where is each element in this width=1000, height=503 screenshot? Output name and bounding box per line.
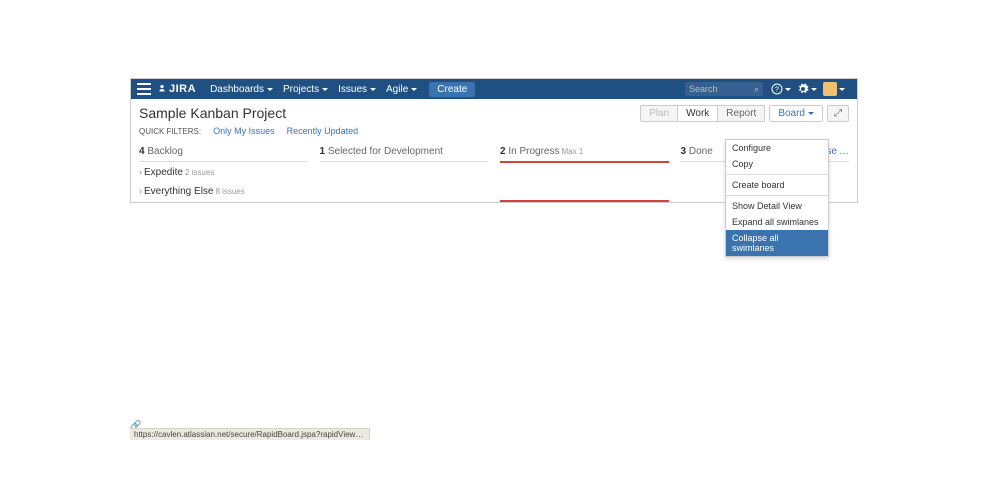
svg-text:?: ?	[775, 87, 779, 94]
settings-icon[interactable]	[797, 83, 817, 95]
tab-report[interactable]: Report	[717, 105, 765, 122]
board-dropdown-menu: Configure Copy Create board Show Detail …	[725, 139, 829, 257]
search-box[interactable]: ⌕	[685, 82, 763, 96]
menu-expand-swimlanes[interactable]: Expand all swimlanes	[726, 214, 828, 230]
nav-issues[interactable]: Issues	[334, 82, 380, 97]
avatar	[823, 82, 837, 96]
tab-work[interactable]: Work	[677, 105, 718, 122]
board-dropdown-button[interactable]: Board	[769, 105, 823, 122]
top-nav-bar: JIRA Dashboards Projects Issues Agile Cr…	[131, 79, 857, 99]
menu-collapse-swimlanes[interactable]: Collapse all swimlanes	[726, 230, 828, 256]
column-selected: 1 Selected for Development	[320, 146, 489, 163]
nav-items: Dashboards Projects Issues Agile Create	[206, 82, 475, 97]
filter-recently-updated[interactable]: Recently Updated	[287, 126, 359, 136]
caret-down-icon	[370, 88, 376, 91]
nav-projects[interactable]: Projects	[279, 82, 332, 97]
quick-filters-label: QUICK FILTERS:	[139, 127, 201, 136]
menu-separator	[726, 195, 828, 196]
nav-dashboards[interactable]: Dashboards	[206, 82, 277, 97]
caret-down-icon	[811, 88, 817, 91]
help-icon[interactable]: ?	[771, 83, 791, 95]
nav-agile[interactable]: Agile	[382, 82, 421, 97]
caret-down-icon	[839, 88, 845, 91]
user-menu[interactable]	[823, 82, 845, 96]
view-tabs: Plan Work Report Board ⤢	[641, 105, 849, 122]
project-title: Sample Kanban Project	[139, 105, 286, 121]
column-in-progress: 2 In ProgressMax 1	[500, 146, 669, 163]
caret-down-icon	[267, 88, 273, 91]
caret-down-icon	[411, 88, 417, 91]
tab-plan[interactable]: Plan	[640, 105, 678, 122]
menu-copy[interactable]: Copy	[726, 156, 828, 172]
column-header: 4 Backlog	[139, 146, 308, 162]
fullscreen-button[interactable]: ⤢	[827, 105, 849, 122]
app-window: JIRA Dashboards Projects Issues Agile Cr…	[130, 78, 858, 203]
caret-down-icon	[322, 88, 328, 91]
search-input[interactable]	[689, 84, 745, 94]
search-icon: ⌕	[754, 84, 759, 95]
column-backlog: 4 Backlog	[139, 146, 308, 163]
jira-logo[interactable]: JIRA	[157, 83, 196, 95]
jira-logo-text: JIRA	[169, 83, 196, 95]
menu-configure[interactable]: Configure	[726, 140, 828, 156]
create-button[interactable]: Create	[429, 82, 475, 97]
board-header: Sample Kanban Project Plan Work Report B…	[131, 99, 857, 124]
column-header: 1 Selected for Development	[320, 146, 489, 162]
menu-show-detail[interactable]: Show Detail View	[726, 198, 828, 214]
menu-icon[interactable]	[137, 83, 151, 95]
caret-down-icon	[808, 112, 814, 115]
filter-only-my-issues[interactable]: Only My Issues	[213, 126, 275, 136]
column-header: 2 In ProgressMax 1	[500, 146, 669, 163]
caret-down-icon	[785, 88, 791, 91]
chevron-right-icon: ›	[139, 186, 142, 196]
chevron-right-icon: ›	[139, 167, 142, 177]
jira-logo-icon	[157, 84, 167, 94]
menu-create-board[interactable]: Create board	[726, 177, 828, 193]
menu-separator	[726, 174, 828, 175]
browser-status-bar: https://cavlen.atlassian.net/secure/Rapi…	[130, 428, 370, 440]
